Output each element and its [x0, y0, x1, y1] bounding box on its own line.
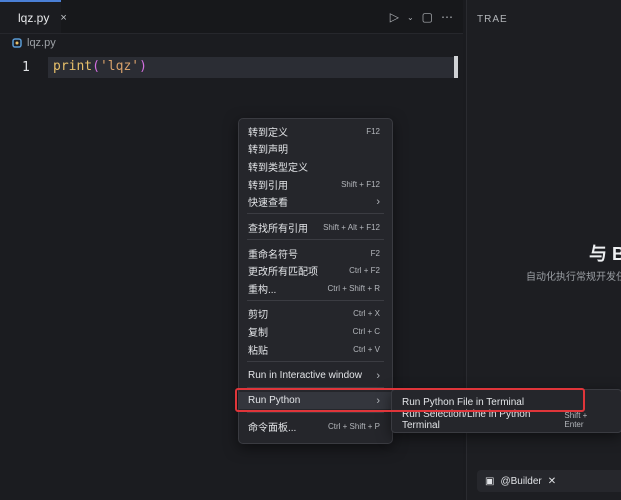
menu-item-paste[interactable]: 粘贴 Ctrl + V — [239, 341, 392, 358]
breadcrumb: lqz.py — [12, 33, 56, 53]
chevron-right-icon: › — [376, 369, 380, 382]
cursor-marker — [454, 56, 458, 78]
split-editor-icon[interactable]: ▢ — [422, 10, 433, 24]
tab-label: lqz.py — [18, 10, 50, 25]
menu-item-shortcut: Ctrl + Shift + P — [327, 422, 380, 431]
menu-item-command-palette[interactable]: 命令面板... Ctrl + Shift + P — [239, 418, 392, 435]
side-panel-title: TRAE — [477, 14, 508, 25]
code-string: 'lqz' — [99, 59, 140, 74]
run-icon[interactable]: ▷ — [390, 10, 399, 24]
menu-item-shortcut: Shift + Alt + F12 — [323, 223, 380, 232]
menu-item-shortcut: F12 — [366, 127, 380, 136]
close-icon[interactable]: × — [60, 12, 66, 24]
python-file-icon — [12, 38, 22, 48]
menu-item-label: 转到类型定义 — [248, 163, 308, 174]
menu-item-shortcut: Ctrl + V — [353, 345, 380, 354]
line-number: 1 — [22, 60, 30, 75]
tab-bar: lqz.py × ▷ ⌄ ▢ ⋯ — [0, 0, 463, 34]
menu-item-shortcut: Ctrl + Shift + R — [327, 284, 380, 293]
code-text[interactable]: print('lqz') — [53, 59, 147, 74]
builder-selector[interactable]: ▣ @Builder ✕ — [477, 470, 621, 492]
menu-item-change-all-occurrences[interactable]: 更改所有匹配项 Ctrl + F2 — [239, 262, 392, 279]
menu-item-cut[interactable]: 剪切 Ctrl + X — [239, 305, 392, 322]
menu-separator — [247, 239, 384, 240]
menu-item-go-to-declaration[interactable]: 转到声明 — [239, 140, 392, 157]
menu-item-label: 转到定义 — [248, 128, 288, 139]
highlight-annotation-box — [235, 388, 585, 412]
menu-item-label: 转到引用 — [248, 181, 288, 192]
menu-item-rename-symbol[interactable]: 重命名符号 F2 — [239, 245, 392, 262]
menu-item-run-in-interactive-window[interactable]: Run in Interactive window › — [239, 367, 392, 384]
menu-item-shortcut: F2 — [370, 249, 380, 258]
breadcrumb-file[interactable]: lqz.py — [27, 37, 56, 49]
menu-item-label: 重构... — [248, 285, 277, 296]
submenu-item-run-selection-line[interactable]: Run Selection/Line in Python Terminal Sh… — [392, 409, 621, 431]
more-icon[interactable]: ⋯ — [441, 10, 453, 24]
tab-actions: ▷ ⌄ ▢ ⋯ — [390, 10, 453, 24]
menu-item-label: 重命名符号 — [248, 250, 298, 261]
menu-item-label: 粘贴 — [248, 346, 268, 357]
menu-item-go-to-type-definition[interactable]: 转到类型定义 — [239, 158, 392, 175]
menu-separator — [247, 412, 384, 413]
menu-item-go-to-references[interactable]: 转到引用 Shift + F12 — [239, 176, 392, 193]
menu-item-shortcut: Ctrl + X — [353, 309, 380, 318]
menu-separator — [247, 213, 384, 214]
menu-item-label: 命令面板... — [248, 423, 297, 434]
menu-item-find-all-references[interactable]: 查找所有引用 Shift + Alt + F12 — [239, 219, 392, 236]
menu-separator — [247, 361, 384, 362]
code-open-paren: ( — [92, 59, 100, 74]
menu-separator — [247, 300, 384, 301]
submenu-item-shortcut: Shift + Enter — [564, 411, 588, 429]
tools-icon: ✕ — [547, 475, 557, 487]
code-line[interactable]: 1 print('lqz') — [0, 57, 463, 78]
terminal-icon: ▣ — [485, 475, 495, 487]
menu-item-shortcut: Ctrl + C — [352, 327, 380, 336]
menu-item-go-to-definition[interactable]: 转到定义 F12 — [239, 123, 392, 140]
menu-item-label: 剪切 — [248, 310, 268, 321]
code-function: print — [53, 59, 93, 74]
menu-item-label: 快速查看 — [248, 198, 288, 209]
builder-label: @Builder — [500, 475, 542, 487]
side-panel-subtitle: 自动化执行常规开发任务 — [526, 272, 621, 283]
chevron-right-icon: › — [376, 195, 380, 208]
menu-item-peek[interactable]: 快速查看 › — [239, 193, 392, 210]
side-panel-heading: 与 B — [589, 244, 621, 264]
code-close-paren: ) — [139, 59, 147, 74]
menu-item-copy[interactable]: 复制 Ctrl + C — [239, 323, 392, 340]
menu-item-label: 复制 — [248, 328, 268, 339]
menu-item-label: 查找所有引用 — [248, 224, 308, 235]
menu-item-label: Run in Interactive window — [248, 370, 362, 381]
menu-item-shortcut: Ctrl + F2 — [349, 266, 380, 275]
menu-item-label: 更改所有匹配项 — [248, 267, 318, 278]
tab-lqz-py[interactable]: lqz.py × — [0, 0, 67, 33]
menu-item-refactor[interactable]: 重构... Ctrl + Shift + R — [239, 280, 392, 297]
submenu-item-label: Run Selection/Line in Python Terminal — [402, 409, 531, 431]
chevron-down-icon[interactable]: ⌄ — [407, 13, 414, 22]
menu-item-shortcut: Shift + F12 — [341, 180, 380, 189]
menu-item-label: 转到声明 — [248, 145, 288, 156]
